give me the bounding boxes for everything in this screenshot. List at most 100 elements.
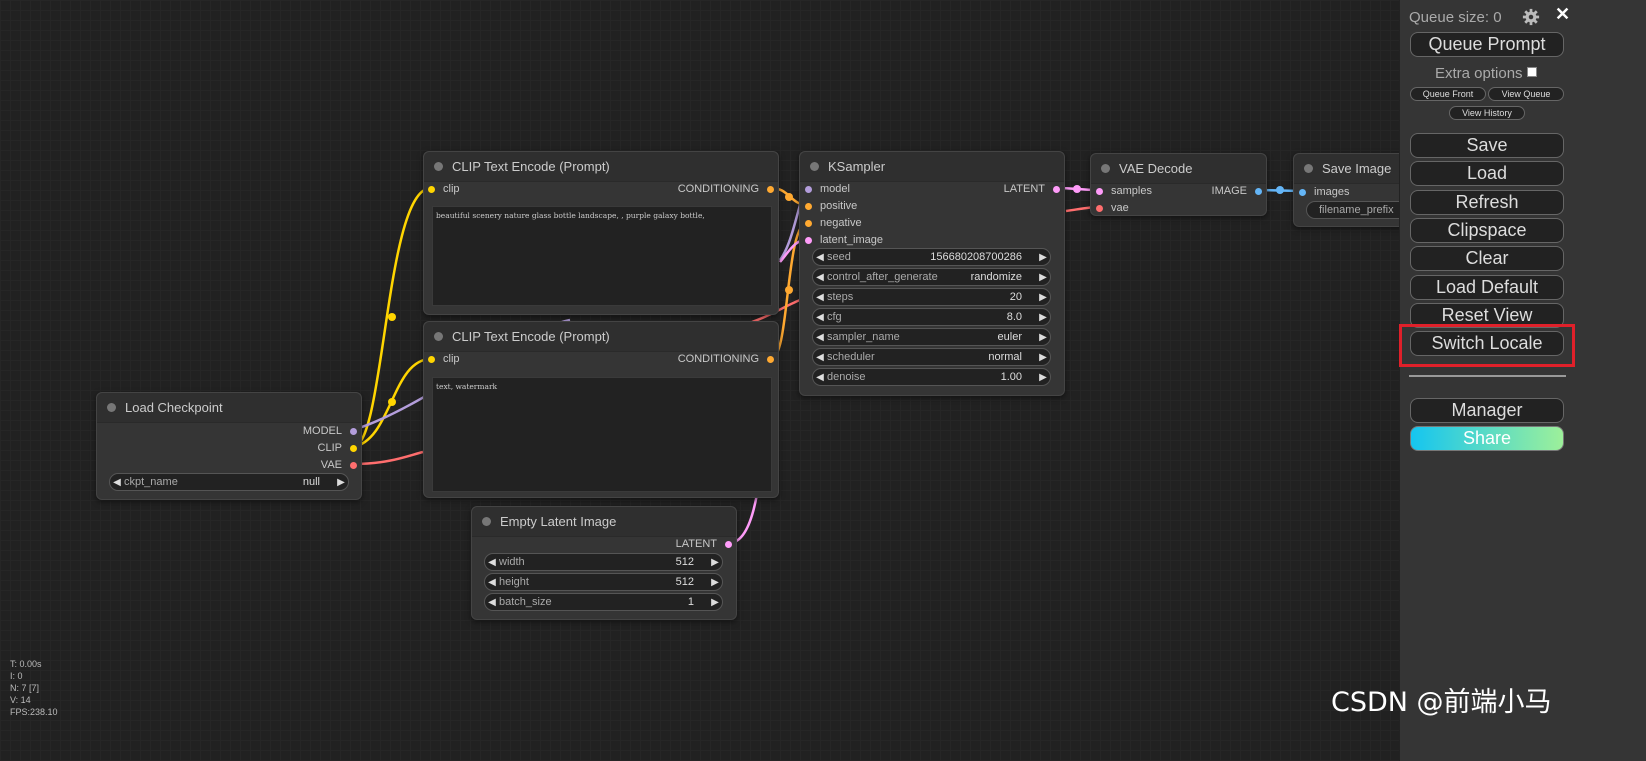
collapse-dot[interactable] [810,162,819,171]
increment-arrow[interactable]: ▶ [708,597,722,608]
output-pin[interactable] [767,185,774,193]
input-pin[interactable] [1096,187,1103,195]
increment-arrow[interactable]: ▶ [708,557,722,568]
input-pin[interactable] [805,202,812,210]
load-default-button[interactable]: Load Default [1410,275,1564,300]
load-button[interactable]: Load [1410,161,1564,186]
input-model[interactable]: model [805,182,850,196]
widget-sampler-name[interactable]: ◀ sampler_name euler ▶ [812,328,1051,346]
increment-arrow[interactable]: ▶ [1036,252,1050,263]
node-clip-text-encode-positive[interactable]: CLIP Text Encode (Prompt) clip CONDITION… [423,151,779,315]
output-conditioning[interactable]: CONDITIONING [678,182,774,196]
input-pin[interactable] [805,185,812,193]
decrement-arrow[interactable]: ◀ [813,332,827,343]
output-vae[interactable]: VAE [321,458,357,472]
input-images[interactable]: images [1299,185,1349,199]
output-clip[interactable]: CLIP [318,441,357,455]
output-pin[interactable] [1255,187,1262,195]
output-image[interactable]: IMAGE [1212,184,1262,198]
decrement-arrow[interactable]: ◀ [813,312,827,323]
clear-button[interactable]: Clear [1410,246,1564,271]
prompt-textarea[interactable]: text, watermark [432,377,772,492]
increment-arrow[interactable]: ▶ [1036,272,1050,283]
node-title[interactable]: VAE Decode [1091,154,1266,184]
increment-arrow[interactable]: ▶ [1036,332,1050,343]
output-conditioning[interactable]: CONDITIONING [678,352,774,366]
increment-arrow[interactable]: ▶ [1036,312,1050,323]
decrement-arrow[interactable]: ◀ [485,597,499,608]
node-title[interactable]: Empty Latent Image [472,507,736,537]
input-vae[interactable]: vae [1096,201,1129,215]
widget-seed[interactable]: ◀ seed 156680208700286 ▶ [812,248,1051,266]
gear-icon[interactable] [1522,8,1540,26]
input-positive[interactable]: positive [805,199,857,213]
queue-prompt-button[interactable]: Queue Prompt [1410,32,1564,57]
input-clip[interactable]: clip [428,352,460,366]
widget-batch-size[interactable]: ◀ batch_size 1 ▶ [484,593,723,611]
widget-ckpt-name[interactable]: ◀ ckpt_name null ▶ [109,473,349,491]
input-pin[interactable] [805,236,812,244]
input-negative[interactable]: negative [805,216,862,230]
increment-arrow[interactable]: ▶ [1036,352,1050,363]
widget-steps[interactable]: ◀ steps 20 ▶ [812,288,1051,306]
widget-denoise[interactable]: ◀ denoise 1.00 ▶ [812,368,1051,386]
node-empty-latent-image[interactable]: Empty Latent Image LATENT ◀ width 512 ▶ ◀ he… [471,506,737,620]
extra-options-checkbox[interactable] [1526,66,1537,77]
input-pin[interactable] [1299,188,1306,196]
input-latent-image[interactable]: latent_image [805,233,883,247]
node-title[interactable]: CLIP Text Encode (Prompt) [424,152,778,182]
collapse-dot[interactable] [107,403,116,412]
decrement-arrow[interactable]: ◀ [813,272,827,283]
input-pin[interactable] [805,219,812,227]
widget-width[interactable]: ◀ width 512 ▶ [484,553,723,571]
save-button[interactable]: Save [1410,133,1564,158]
output-pin[interactable] [350,461,357,469]
increment-arrow[interactable]: ▶ [708,577,722,588]
decrement-arrow[interactable]: ◀ [813,252,827,263]
output-pin[interactable] [1053,185,1060,193]
node-clip-text-encode-negative[interactable]: CLIP Text Encode (Prompt) clip CONDITION… [423,321,779,498]
input-clip[interactable]: clip [428,182,460,196]
node-load-checkpoint[interactable]: Load Checkpoint MODEL CLIP VAE ◀ ckpt_na… [96,392,362,500]
decrement-arrow[interactable]: ◀ [485,577,499,588]
widget-control-after-generate[interactable]: ◀ control_after_generate randomize ▶ [812,268,1051,286]
output-pin[interactable] [725,540,732,548]
collapse-dot[interactable] [1101,164,1110,173]
node-vae-decode[interactable]: VAE Decode samples vae IMAGE [1090,153,1267,216]
input-samples[interactable]: samples [1096,184,1152,198]
prompt-textarea[interactable]: beautiful scenery nature glass bottle la… [432,206,772,306]
widget-height[interactable]: ◀ height 512 ▶ [484,573,723,591]
share-button[interactable]: Share [1410,426,1564,451]
close-icon[interactable]: ✕ [1555,4,1570,25]
output-pin[interactable] [350,444,357,452]
decrement-arrow[interactable]: ◀ [110,477,124,488]
node-ksampler[interactable]: KSampler model positive negative latent_… [799,151,1065,396]
output-latent[interactable]: LATENT [1004,182,1060,196]
widget-scheduler[interactable]: ◀ scheduler normal ▶ [812,348,1051,366]
view-history-button[interactable]: View History [1449,106,1525,120]
node-title[interactable]: Load Checkpoint [97,393,361,423]
decrement-arrow[interactable]: ◀ [485,557,499,568]
clipspace-button[interactable]: Clipspace [1410,218,1564,243]
node-title[interactable]: KSampler [800,152,1064,182]
output-pin[interactable] [350,427,357,435]
extra-options[interactable]: Extra options [1435,65,1537,82]
view-queue-button[interactable]: View Queue [1488,87,1564,101]
decrement-arrow[interactable]: ◀ [813,352,827,363]
output-latent[interactable]: LATENT [676,537,732,551]
queue-front-button[interactable]: Queue Front [1410,87,1486,101]
decrement-arrow[interactable]: ◀ [813,292,827,303]
increment-arrow[interactable]: ▶ [1036,372,1050,383]
input-pin[interactable] [428,185,435,193]
manager-button[interactable]: Manager [1410,398,1564,423]
collapse-dot[interactable] [434,162,443,171]
decrement-arrow[interactable]: ◀ [813,372,827,383]
collapse-dot[interactable] [1304,164,1313,173]
refresh-button[interactable]: Refresh [1410,190,1564,215]
increment-arrow[interactable]: ▶ [334,477,348,488]
node-title[interactable]: CLIP Text Encode (Prompt) [424,322,778,352]
input-pin[interactable] [1096,204,1103,212]
output-pin[interactable] [767,355,774,363]
increment-arrow[interactable]: ▶ [1036,292,1050,303]
collapse-dot[interactable] [482,517,491,526]
